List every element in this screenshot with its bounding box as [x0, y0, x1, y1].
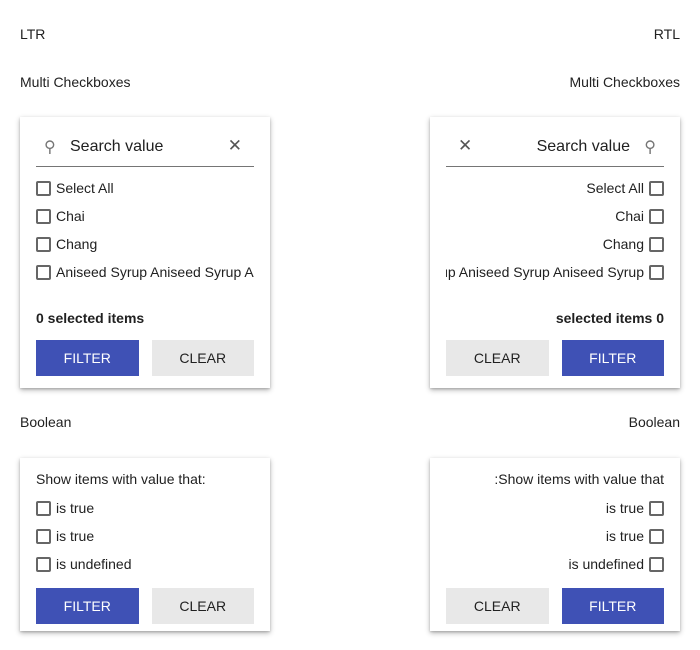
checkbox-item[interactable]: is true — [36, 494, 254, 522]
boolean-prompt: Show items with value that: — [36, 471, 206, 487]
checkbox-select-all[interactable]: Select All — [446, 174, 664, 202]
checkbox[interactable] — [649, 180, 664, 196]
rtl-boolean-panel: :Show items with value that is true is t… — [430, 458, 680, 631]
checkbox[interactable] — [36, 264, 51, 280]
checkbox[interactable] — [649, 528, 664, 544]
checkbox-item[interactable]: Aniseed Syrup Aniseed Syrup Aniseed Syru… — [36, 258, 254, 286]
checkbox[interactable] — [649, 500, 664, 516]
checkbox-item[interactable]: Chang — [36, 230, 254, 258]
ltr-multi-heading: Multi Checkboxes — [20, 74, 131, 90]
ltr-boolean-panel: Show items with value that: is true is t… — [20, 458, 270, 631]
checkbox-item[interactable]: is undefined — [446, 550, 664, 578]
search-icon: ⚲ — [44, 139, 56, 156]
checkbox-item[interactable]: is true — [446, 494, 664, 522]
clear-button[interactable]: CLEAR — [446, 340, 549, 376]
checkbox-item[interactable]: Chai — [36, 202, 254, 230]
checkbox-select-all[interactable]: Select All — [36, 174, 254, 202]
checkbox-item[interactable]: Chai — [446, 202, 664, 230]
checkbox[interactable] — [36, 556, 51, 572]
search-field[interactable]: ⚲ Search value ✕ — [36, 117, 254, 167]
search-field[interactable]: ✕ Search value ⚲ — [446, 117, 664, 167]
checkbox-item[interactable]: is true — [36, 522, 254, 550]
boolean-prompt: :Show items with value that — [494, 471, 664, 487]
clear-button[interactable]: CLEAR — [446, 588, 549, 624]
checkbox[interactable] — [36, 236, 51, 252]
filter-button[interactable]: FILTER — [36, 588, 139, 624]
checkbox[interactable] — [36, 208, 51, 224]
selected-count: 0 selected items — [36, 310, 145, 326]
ltr-heading: LTR — [20, 26, 46, 42]
checkbox[interactable] — [649, 556, 664, 572]
checkbox[interactable] — [36, 528, 51, 544]
rtl-multi-heading: Multi Checkboxes — [569, 74, 681, 90]
ltr-boolean-heading: Boolean — [20, 414, 72, 430]
filter-button[interactable]: FILTER — [36, 340, 139, 376]
checkbox-item[interactable]: is undefined — [36, 550, 254, 578]
clear-search-icon[interactable]: ✕ — [458, 136, 472, 156]
checkbox-item[interactable]: Chang — [446, 230, 664, 258]
rtl-heading: RTL — [653, 26, 680, 42]
rtl-boolean-heading: Boolean — [628, 414, 680, 430]
ltr-multi-checkbox-panel: ⚲ Search value ✕ Select All Chai Chang A… — [20, 117, 270, 388]
search-icon: ⚲ — [644, 139, 656, 156]
search-input[interactable]: Search value — [537, 138, 630, 156]
checkbox[interactable] — [36, 180, 51, 196]
filter-button[interactable]: FILTER — [561, 340, 664, 376]
checkbox[interactable] — [649, 208, 664, 224]
clear-button[interactable]: CLEAR — [151, 340, 254, 376]
clear-button[interactable]: CLEAR — [151, 588, 254, 624]
clear-search-icon[interactable]: ✕ — [228, 136, 242, 156]
selected-count: selected items 0 — [555, 310, 664, 326]
filter-button[interactable]: FILTER — [561, 588, 664, 624]
checkbox[interactable] — [36, 500, 51, 516]
checkbox[interactable] — [649, 264, 664, 280]
checkbox-item[interactable]: Aniseed Syrup Aniseed Syrup Aniseed Syru… — [446, 258, 664, 286]
search-input[interactable]: Search value — [70, 138, 163, 156]
checkbox[interactable] — [649, 236, 664, 252]
rtl-multi-checkbox-panel: ✕ Search value ⚲ Select All Chai Chang A… — [430, 117, 680, 388]
checkbox-item[interactable]: is true — [446, 522, 664, 550]
